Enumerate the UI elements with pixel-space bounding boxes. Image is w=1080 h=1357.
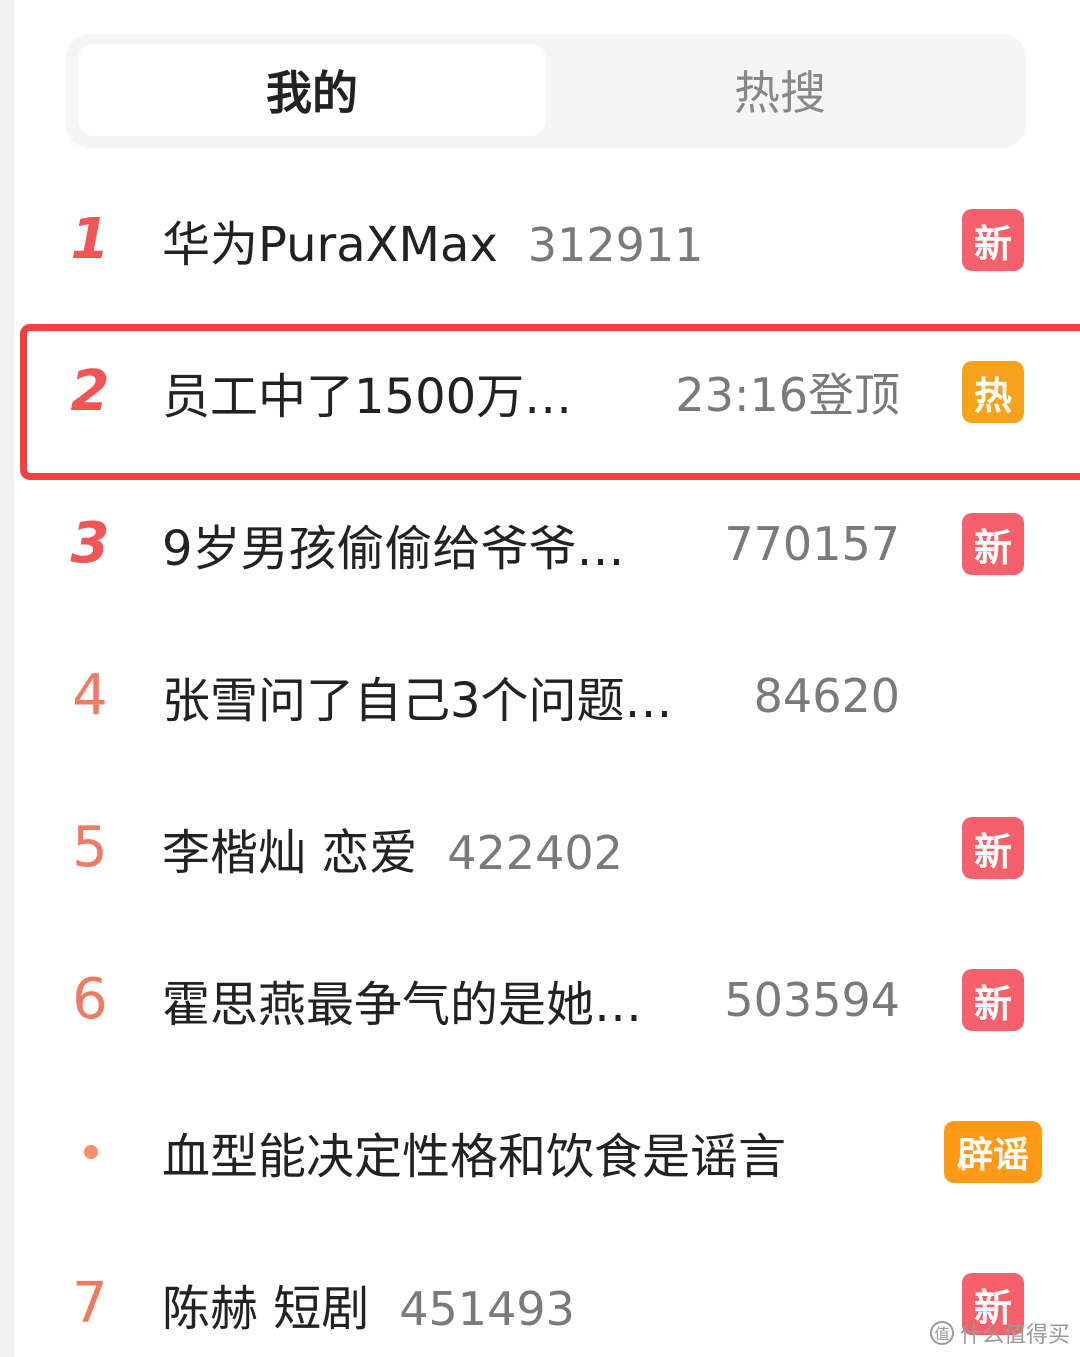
topic-title: 华为PuraXMax 312911	[162, 205, 703, 275]
heat-count: 312911	[527, 218, 704, 272]
topic-title: 李楷灿 恋爱 422402	[162, 813, 623, 883]
heat-count: 451493	[399, 1282, 575, 1336]
topic-text: 李楷灿 恋爱	[162, 825, 418, 881]
watermark-text: 什么值得买	[959, 1323, 1070, 1348]
topic-title: 陈赫 短剧 451493	[162, 1269, 575, 1339]
tab-mine[interactable]: 我的	[78, 44, 546, 136]
rumor-badge: 辟谣	[944, 1121, 1042, 1183]
smzdm-logo-icon: 值	[929, 1321, 954, 1345]
heat-count: 422402	[447, 826, 623, 880]
list-item[interactable]: 7 陈赫 短剧 451493 新	[40, 1244, 1050, 1357]
heat-count: 84620	[753, 669, 900, 723]
bullet-dot	[84, 1145, 98, 1159]
rank-number: 6	[72, 967, 108, 1032]
list-item-rumor[interactable]: 血型能决定性格和饮食是谣言 辟谣	[40, 1092, 1050, 1212]
new-badge: 新	[962, 513, 1024, 575]
rank-number: 2	[70, 359, 110, 424]
top-time: 23:16登顶	[675, 368, 900, 422]
heat-count: 503594	[724, 973, 900, 1027]
hot-badge: 热	[962, 361, 1024, 423]
topic-text: 员工中了1500万…	[162, 369, 573, 425]
list-item[interactable]: 3 9岁男孩偷偷给爷爷… 770157 新	[40, 484, 1050, 604]
heat-count: 770157	[724, 517, 900, 571]
new-badge: 新	[962, 817, 1024, 879]
topic-text: 霍思燕最争气的是她…	[162, 977, 643, 1033]
list-item[interactable]: 2 员工中了1500万… 23:16登顶 热	[40, 332, 1050, 452]
tab-bar: 我的 热搜	[66, 34, 1026, 148]
topic-text: 血型能决定性格和饮食是谣言	[162, 1129, 787, 1185]
list-item[interactable]: 4 张雪问了自己3个问题… 84620	[40, 636, 1050, 756]
list-item[interactable]: 1 华为PuraXMax 312911 新	[40, 180, 1050, 300]
rank-number: 5	[72, 815, 108, 880]
topic-text: 华为PuraXMax	[162, 217, 498, 273]
rank-number: 7	[72, 1271, 108, 1336]
rank-number: 4	[72, 663, 108, 728]
list-item[interactable]: 6 霍思燕最争气的是她… 503594 新	[40, 940, 1050, 1060]
tab-hot-search[interactable]: 热搜	[546, 44, 1014, 136]
new-badge: 新	[962, 969, 1024, 1031]
watermark: 值 什么值得买	[929, 1317, 1070, 1349]
topic-text: 9岁男孩偷偷给爷爷…	[162, 521, 625, 577]
topic-text: 陈赫 短剧	[162, 1281, 370, 1337]
rank-number: 1	[70, 207, 110, 272]
left-edge-strip	[0, 0, 14, 1357]
list-item[interactable]: 5 李楷灿 恋爱 422402 新	[40, 788, 1050, 908]
topic-text: 张雪问了自己3个问题…	[162, 673, 673, 729]
new-badge: 新	[962, 209, 1024, 271]
rank-number: 3	[70, 511, 110, 576]
